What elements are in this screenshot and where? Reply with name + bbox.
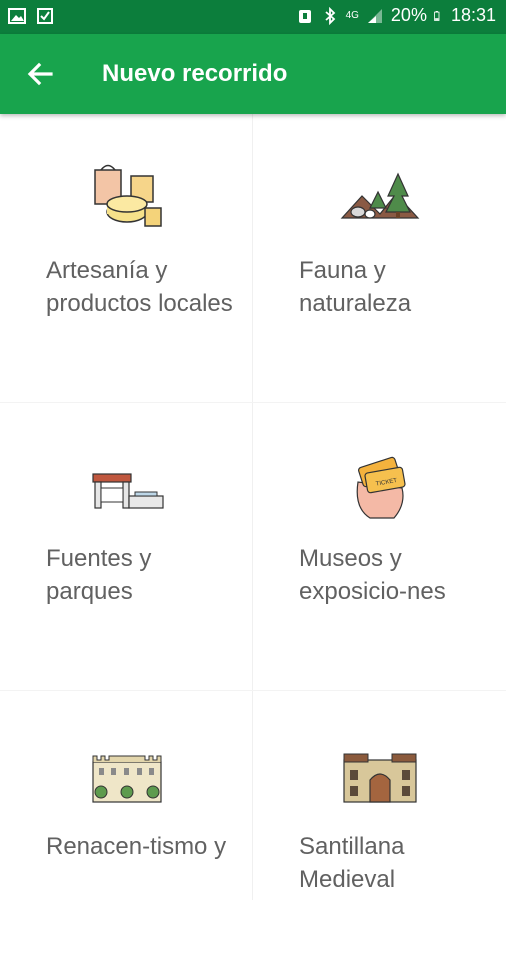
tickets-hand-icon: TICKET [356, 456, 406, 519]
category-label: Fauna y naturaleza [299, 257, 412, 317]
category-label: Fuentes y parques [46, 545, 152, 605]
category-artesania[interactable]: Artesanía y productos locales [0, 114, 253, 402]
category-label: Santillana Medieval [299, 833, 405, 893]
cheese-and-bag-icon [93, 164, 162, 227]
bluetooth-icon [324, 6, 335, 25]
medieval-building-icon [342, 753, 417, 803]
network-type-label: 4G [345, 10, 359, 21]
category-santillana[interactable]: Santillana Medieval [253, 690, 506, 978]
clock: 18:31 [450, 5, 496, 25]
category-renacentismo[interactable]: Renacen-tismo y [0, 690, 253, 978]
battery-percent: 20% [390, 5, 427, 25]
trees-and-animals-icon [340, 172, 419, 219]
category-museos[interactable]: TICKET Museos y exposicio-nes [253, 402, 506, 690]
renaissance-palace-icon [91, 755, 162, 803]
row-divider [0, 402, 506, 403]
gallery-notification-icon [8, 8, 26, 24]
page-title: Nuevo recorrido [102, 60, 288, 87]
battery-icon [434, 10, 440, 21]
alarm-icon [298, 9, 311, 23]
category-label: Renacen-tismo y [46, 833, 227, 860]
checklist-notification-icon [37, 8, 53, 24]
category-label: Artesanía y productos locales [46, 257, 233, 317]
category-fauna[interactable]: Fauna y naturaleza [253, 114, 506, 402]
fountain-park-icon [91, 473, 164, 509]
category-label: Museos y exposicio-nes [299, 545, 446, 605]
row-divider [0, 690, 506, 691]
category-fuentes[interactable]: Fuentes y parques [0, 402, 253, 690]
column-divider [252, 114, 253, 900]
app-bar: Nuevo recorrido [0, 34, 506, 114]
status-bar: 4G 20% 18:31 [0, 0, 506, 34]
category-grid: Artesanía y productos locales Fauna y na… [0, 114, 506, 900]
signal-icon [367, 8, 382, 23]
back-arrow-icon[interactable] [24, 58, 56, 90]
